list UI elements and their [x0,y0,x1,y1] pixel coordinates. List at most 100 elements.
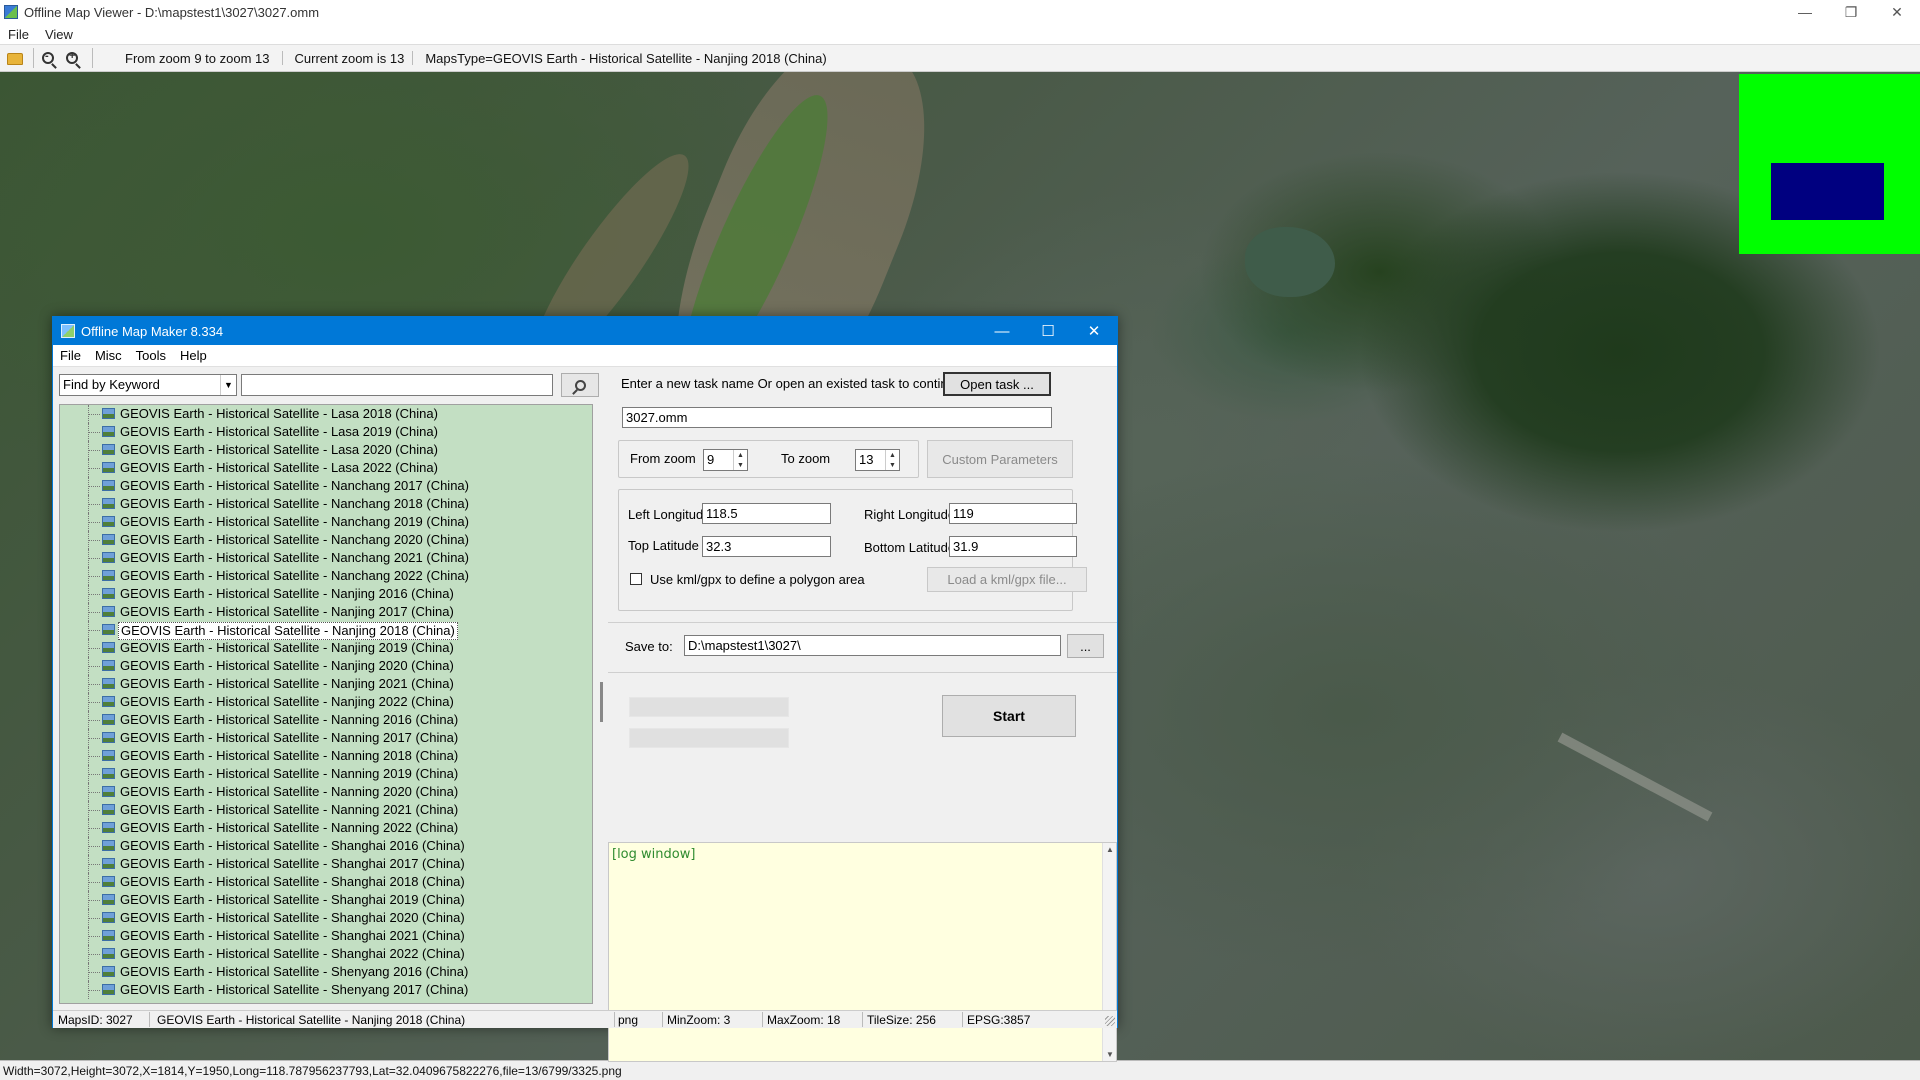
close-icon[interactable]: ✕ [1874,0,1920,24]
status-separator [862,1012,863,1027]
from-zoom-stepper[interactable]: 9 ▲ ▼ [703,449,748,471]
right-longitude-input[interactable]: 119 [949,503,1077,524]
restore-icon[interactable]: ❐ [1828,0,1874,24]
custom-parameters-button[interactable]: Custom Parameters [927,440,1073,478]
use-kml-checkbox[interactable] [630,573,642,585]
spin-down-icon[interactable]: ▼ [734,460,747,470]
list-item-label: GEOVIS Earth - Historical Satellite - Na… [120,748,459,763]
dialog-menu-misc[interactable]: Misc [88,348,129,363]
viewer-window-title: Offline Map Viewer - D:\mapstest1\3027\3… [24,4,320,20]
list-item[interactable]: GEOVIS Earth - Historical Satellite - Na… [60,495,590,513]
satellite-map-icon [102,894,115,905]
list-item[interactable]: GEOVIS Earth - Historical Satellite - Na… [60,783,590,801]
list-item[interactable]: GEOVIS Earth - Historical Satellite - Na… [60,567,590,585]
list-item[interactable]: GEOVIS Earth - Historical Satellite - La… [60,459,590,477]
list-item[interactable]: GEOVIS Earth - Historical Satellite - Na… [60,657,590,675]
task-name-input[interactable]: 3027.omm [622,407,1052,428]
satellite-map-icon [102,606,115,617]
satellite-map-icon [102,678,115,689]
open-folder-icon[interactable] [7,53,23,65]
start-button[interactable]: Start [942,695,1076,737]
spin-up-icon[interactable]: ▲ [734,450,747,460]
list-item[interactable]: GEOVIS Earth - Historical Satellite - Na… [60,531,590,549]
list-item[interactable]: GEOVIS Earth - Historical Satellite - Sh… [60,909,590,927]
list-item[interactable]: GEOVIS Earth - Historical Satellite - Sh… [60,837,590,855]
list-item[interactable]: GEOVIS Earth - Historical Satellite - Na… [60,819,590,837]
list-item[interactable]: GEOVIS Earth - Historical Satellite - Na… [60,549,590,567]
list-item[interactable]: GEOVIS Earth - Historical Satellite - Na… [60,729,590,747]
list-item[interactable]: GEOVIS Earth - Historical Satellite - Na… [60,603,590,621]
zoom-in-icon[interactable]: + [66,50,78,64]
log-window[interactable]: [log window] ▲ ▼ [608,842,1117,1062]
left-longitude-input[interactable]: 118.5 [702,503,831,524]
use-kml-label[interactable]: Use kml/gpx to define a polygon area [650,572,865,587]
list-item[interactable]: GEOVIS Earth - Historical Satellite - Na… [60,711,590,729]
list-item[interactable]: GEOVIS Earth - Historical Satellite - Sh… [60,945,590,963]
search-button[interactable] [561,373,599,397]
scroll-down-icon[interactable]: ▼ [1103,1050,1117,1059]
map-source-list[interactable]: GEOVIS Earth - Historical Satellite - La… [59,404,593,1004]
list-item[interactable]: GEOVIS Earth - Historical Satellite - Na… [60,585,590,603]
resize-grip[interactable] [1105,1016,1115,1026]
find-mode-select[interactable]: Find by Keyword ▼ [59,374,237,396]
log-scrollbar[interactable]: ▲ ▼ [1102,843,1116,1061]
list-item[interactable]: GEOVIS Earth - Historical Satellite - Na… [60,477,590,495]
satellite-map-icon [102,552,115,563]
viewer-menu-file[interactable]: File [0,27,37,42]
minimize-icon[interactable]: — [1782,0,1828,24]
satellite-map-icon [102,696,115,707]
dialog-menu-help[interactable]: Help [173,348,214,363]
scroll-up-icon[interactable]: ▲ [1103,845,1117,854]
maximize-icon[interactable]: ☐ [1025,317,1071,345]
browse-folder-button[interactable]: ... [1067,634,1104,658]
minimap-viewport-indicator[interactable] [1771,163,1884,220]
to-zoom-stepper[interactable]: 13 ▲ ▼ [855,449,900,471]
list-item[interactable]: GEOVIS Earth - Historical Satellite - Na… [60,801,590,819]
spin-up-icon[interactable]: ▲ [886,450,899,460]
list-item[interactable]: GEOVIS Earth - Historical Satellite - Na… [60,693,590,711]
to-zoom-spin-arrows[interactable]: ▲ ▼ [885,450,899,470]
progress-bar-total [629,697,789,717]
load-kml-button[interactable]: Load a kml/gpx file... [927,567,1087,592]
satellite-map-icon [102,660,115,671]
dialog-menu-tools[interactable]: Tools [129,348,173,363]
satellite-map-icon [102,948,115,959]
from-zoom-spin-arrows[interactable]: ▲ ▼ [733,450,747,470]
viewer-title-bar: Offline Map Viewer - D:\mapstest1\3027\3… [0,0,1920,24]
chevron-down-icon[interactable]: ▼ [220,375,236,395]
close-icon[interactable]: ✕ [1071,317,1117,345]
zoom-out-icon[interactable]: - [42,50,54,64]
top-latitude-input[interactable]: 32.3 [702,536,831,557]
list-item[interactable]: GEOVIS Earth - Historical Satellite - Sh… [60,873,590,891]
overview-minimap[interactable] [1739,74,1920,254]
dialog-menu-file[interactable]: File [53,348,88,363]
list-item[interactable]: GEOVIS Earth - Historical Satellite - Sh… [60,891,590,909]
list-item[interactable]: GEOVIS Earth - Historical Satellite - Na… [60,513,590,531]
list-item[interactable]: GEOVIS Earth - Historical Satellite - Na… [60,621,590,640]
satellite-map-icon [102,984,115,995]
save-path-input[interactable]: D:\mapstest1\3027\ [684,635,1061,656]
list-item[interactable]: GEOVIS Earth - Historical Satellite - Na… [60,639,590,657]
list-splitter-handle[interactable] [600,682,603,722]
open-task-button[interactable]: Open task ... [943,372,1051,396]
list-item[interactable]: GEOVIS Earth - Historical Satellite - Na… [60,675,590,693]
list-item[interactable]: GEOVIS Earth - Historical Satellite - Sh… [60,927,590,945]
list-item[interactable]: GEOVIS Earth - Historical Satellite - Na… [60,747,590,765]
list-item[interactable]: GEOVIS Earth - Historical Satellite - La… [60,405,590,423]
list-item[interactable]: GEOVIS Earth - Historical Satellite - Sh… [60,855,590,873]
spin-down-icon[interactable]: ▼ [886,460,899,470]
list-item[interactable]: GEOVIS Earth - Historical Satellite - La… [60,441,590,459]
viewer-menu-view[interactable]: View [37,27,81,42]
minimize-icon[interactable]: — [979,317,1025,345]
list-item[interactable]: GEOVIS Earth - Historical Satellite - Sh… [60,963,590,981]
dialog-title-bar[interactable]: Offline Map Maker 8.334 — ☐ ✕ [53,317,1117,345]
satellite-map-icon [102,462,115,473]
search-input[interactable] [241,374,553,396]
left-longitude-label: Left Longitude [628,507,711,522]
bottom-latitude-input[interactable]: 31.9 [949,536,1077,557]
satellite-map-icon [102,534,115,545]
list-item[interactable]: GEOVIS Earth - Historical Satellite - La… [60,423,590,441]
list-item[interactable]: GEOVIS Earth - Historical Satellite - Sh… [60,981,590,999]
tree-connector [88,576,100,577]
list-item[interactable]: GEOVIS Earth - Historical Satellite - Na… [60,765,590,783]
